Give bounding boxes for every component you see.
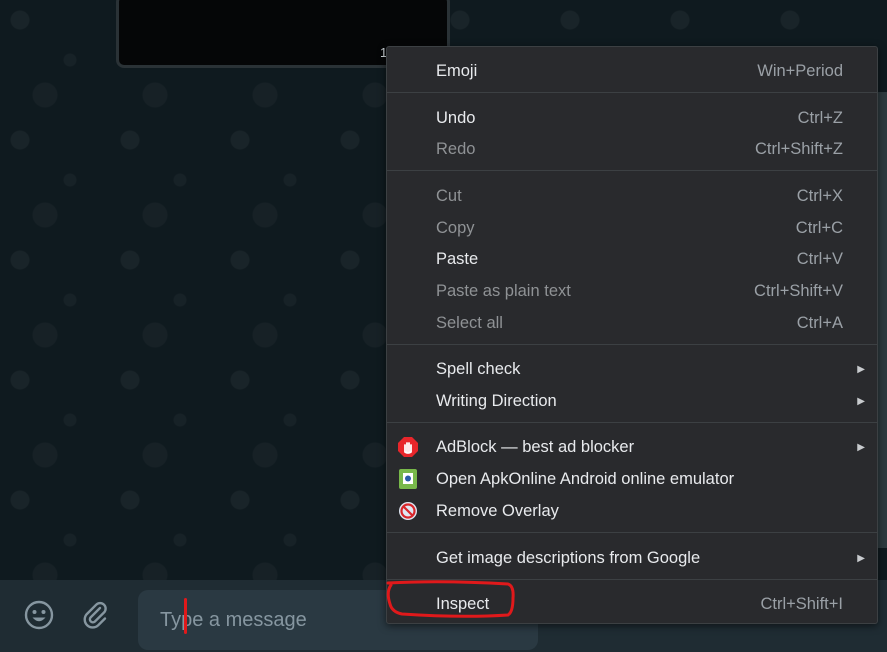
- menu-item-shortcut: Ctrl+Shift+Z: [754, 139, 843, 158]
- menu-item-cut[interactable]: Cut Ctrl+X: [387, 181, 877, 211]
- menu-item-apkonline[interactable]: Open ApkOnline Android online emulator: [387, 464, 877, 494]
- adblock-hand-icon: [398, 437, 418, 457]
- menu-item-label: Cut: [436, 186, 462, 205]
- context-menu: Emoji Win+Period Undo Ctrl+Z Redo Ctrl+S…: [386, 46, 878, 624]
- menu-item-label: Remove Overlay: [436, 501, 559, 520]
- message-placeholder: Type a message: [160, 608, 307, 631]
- menu-item-select-all[interactable]: Select all Ctrl+A: [387, 308, 877, 338]
- menu-item-label: Spell check: [436, 359, 521, 378]
- apkonline-icon: [399, 469, 417, 489]
- menu-separator: [387, 422, 877, 423]
- menu-item-label: Copy: [436, 218, 475, 237]
- submenu-arrow-icon: ▶: [857, 363, 865, 375]
- red-caret-annotation: [184, 598, 187, 634]
- submenu-arrow-icon: ▶: [857, 441, 865, 453]
- menu-item-shortcut: Ctrl+A: [796, 313, 843, 332]
- menu-item-shortcut: Ctrl+V: [796, 249, 843, 268]
- menu-item-emoji[interactable]: Emoji Win+Period: [387, 56, 877, 86]
- submenu-arrow-icon: ▶: [857, 552, 865, 564]
- menu-item-shortcut: Win+Period: [757, 61, 843, 80]
- attach-button[interactable]: [78, 598, 112, 632]
- side-panel-edge: [878, 92, 887, 548]
- menu-item-label: Writing Direction: [436, 391, 557, 410]
- paperclip-icon: [83, 601, 107, 629]
- menu-item-shortcut: Ctrl+Z: [797, 108, 843, 127]
- menu-separator: [387, 92, 877, 93]
- menu-separator: [387, 344, 877, 345]
- remove-overlay-icon: [399, 502, 417, 520]
- menu-item-label: Undo: [436, 108, 476, 127]
- menu-item-label: Select all: [436, 313, 503, 332]
- menu-item-label: Emoji: [436, 61, 478, 80]
- menu-item-shortcut: Ctrl+Shift+I: [760, 594, 843, 613]
- menu-item-adblock[interactable]: AdBlock — best ad blocker ▶: [387, 432, 877, 462]
- menu-item-label: Paste as plain text: [436, 281, 571, 300]
- menu-item-shortcut: Ctrl+Shift+V: [754, 281, 843, 300]
- menu-item-label: Get image descriptions from Google: [436, 548, 701, 567]
- menu-item-shortcut: Ctrl+X: [796, 186, 843, 205]
- menu-item-paste[interactable]: Paste Ctrl+V: [387, 244, 877, 274]
- menu-item-writing-direction[interactable]: Writing Direction ▶: [387, 386, 877, 416]
- menu-item-label: Redo: [436, 139, 476, 158]
- menu-separator: [387, 532, 877, 533]
- menu-item-label: Open ApkOnline Android online emulator: [436, 469, 735, 488]
- menu-item-image-descriptions[interactable]: Get image descriptions from Google ▶: [387, 543, 877, 573]
- menu-item-paste-plain-text[interactable]: Paste as plain text Ctrl+Shift+V: [387, 276, 877, 306]
- menu-item-spell-check[interactable]: Spell check ▶: [387, 354, 877, 384]
- submenu-arrow-icon: ▶: [857, 395, 865, 407]
- menu-item-remove-overlay[interactable]: Remove Overlay: [387, 496, 877, 526]
- menu-item-copy[interactable]: Copy Ctrl+C: [387, 213, 877, 243]
- emoji-button[interactable]: [22, 598, 56, 632]
- menu-item-shortcut: Ctrl+C: [795, 218, 843, 237]
- menu-item-label: Paste: [436, 249, 479, 268]
- menu-item-inspect[interactable]: Inspect Ctrl+Shift+I: [387, 589, 877, 619]
- menu-item-label: AdBlock — best ad blocker: [436, 437, 635, 456]
- menu-item-redo[interactable]: Redo Ctrl+Shift+Z: [387, 134, 877, 164]
- menu-item-undo[interactable]: Undo Ctrl+Z: [387, 103, 877, 133]
- menu-separator: [387, 170, 877, 171]
- emoji-icon: [24, 600, 54, 630]
- menu-separator: [387, 579, 877, 580]
- menu-item-label: Inspect: [436, 594, 490, 613]
